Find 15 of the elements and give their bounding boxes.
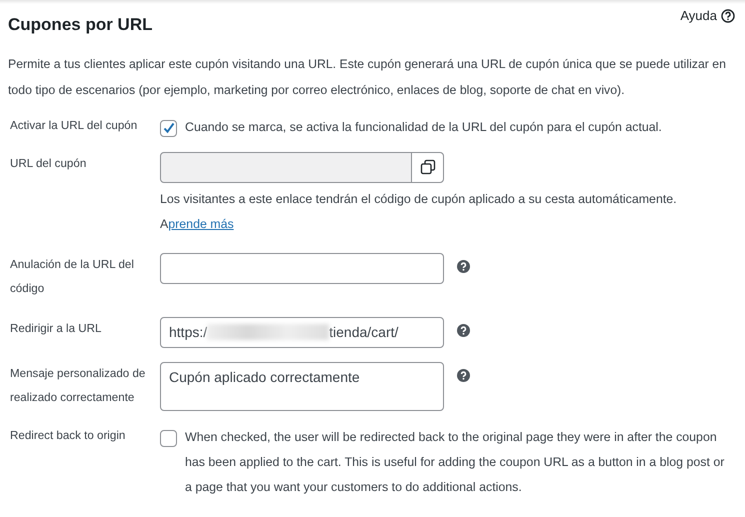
message-field[interactable]: Cupón aplicado correctamente bbox=[160, 362, 444, 410]
field-label: Anulación de la URL del código bbox=[10, 256, 135, 296]
field-label: Mensaje personalizado de realizado correctamente bbox=[10, 366, 146, 406]
section-title: Cupones por URL bbox=[8, 14, 152, 36]
field-description: Cuando se marca, se activa la funcionalidad de la URL del cupón para el cupón actual. bbox=[185, 118, 662, 136]
field-description: Los visitantes a este enlace tendrán el código de cupón aplicado a su cesta automáticamente. bbox=[160, 190, 678, 208]
field-description: When checked, the user will be redirected back to the original page they were in after the coupon has been applied to the cart. This is useful for adding the coupon URL as a button in a blog post or a page that you want your customers to do additional actions. bbox=[185, 428, 726, 496]
intro-text: Permite a tus clientes aplicar este cupón visitando una URL. Este cupón generará una URL de cupón única que se puede utilizar en todo tipo de escenarios (por ejemplo, marketing por correo electrónico, enlaces de blog, soporte de chat en vivo). bbox=[7, 56, 727, 98]
text-field[interactable]: https:/ tienda/cart/ bbox=[160, 316, 444, 348]
field-label: Activar la URL del cupón bbox=[10, 118, 138, 134]
help-link[interactable]: Ayuda bbox=[680, 6, 735, 26]
learn-more-text: Aprende más bbox=[160, 216, 235, 233]
field-label: Redirect back to origin bbox=[10, 428, 126, 444]
field-label: URL del cupón bbox=[10, 156, 88, 172]
field-label: Redirigir a la URL bbox=[10, 320, 102, 336]
